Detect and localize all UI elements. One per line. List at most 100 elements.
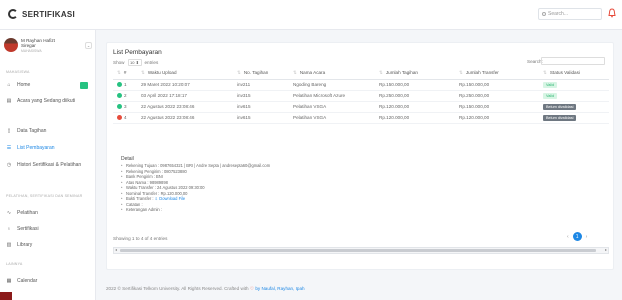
payment-list-card: List Pembayaran Show 10 ⬍ entries Search… <box>106 42 614 270</box>
status-badge: Belum divalidasi <box>543 114 577 121</box>
sidebar-section-main: MAHASISWA <box>6 70 30 74</box>
sidebar-item-label: Histori Sertifikasi & Pelatihan <box>17 162 82 168</box>
column-header[interactable]: ⇅ No. Tagihan <box>233 68 289 80</box>
cell-tagihan: inv615 <box>233 101 289 113</box>
sidebar-item-home[interactable]: ⌂ Home <box>6 82 92 89</box>
expand-row-icon[interactable] <box>117 115 122 121</box>
entries-select[interactable]: 10 ⬍ <box>127 59 142 66</box>
scroll-right-icon[interactable]: ▸ <box>605 247 607 252</box>
sidebar-item-label: Acara yang Sedang diikuti <box>17 98 76 104</box>
sidebar-item-label: Calendar <box>17 278 38 284</box>
logo-icon <box>8 9 18 19</box>
column-header[interactable]: ⇅ Status Validasi <box>539 68 609 80</box>
sidebar-item-sertifikasi[interactable]: ♁ Sertifikasi <box>6 226 92 233</box>
brand-name: SERTIFIKASI <box>22 9 76 19</box>
user-panel[interactable]: M Rayhan Hafizt Siregar MAHASISWA ⌄ <box>4 34 92 56</box>
user-role: MAHASISWA <box>21 48 42 53</box>
cell-acara: Pelatihan Microsoft Azure <box>289 90 375 102</box>
table-row[interactable]: 1 29 Maret 2022 10:20:07 inv211 Ngoding Bar… <box>113 79 609 91</box>
table-info: Showing 1 to 4 of 4 entries <box>113 236 168 241</box>
footer-credits-link[interactable]: by Naufal, Rayhan, Ipah <box>255 286 304 291</box>
column-header[interactable]: ⇅ Jumlah Transfer <box>455 68 539 80</box>
next-page-button[interactable]: › <box>586 234 588 240</box>
top-navbar: SERTIFIKASI Search... <box>0 0 622 30</box>
status-badge: Valid <box>543 81 558 88</box>
expand-row-icon[interactable] <box>117 104 122 110</box>
cell-waktu: 22 Agustus 2022 23:08:46 <box>137 101 233 113</box>
bell-icon[interactable] <box>608 8 616 18</box>
search-icon <box>542 12 546 16</box>
clock-icon: ◷ <box>6 162 12 168</box>
sidebar-item-label: Data Tagihan <box>17 128 47 134</box>
cell-jumlah-tagihan: Rp.150.000,00 <box>375 79 455 91</box>
sidebar-section-events: PELATIHAN, SERTIFIKASI DAN SEMINAR <box>6 194 83 198</box>
download-file-link[interactable]: ⇩ Download File <box>155 196 186 201</box>
status-badge: Valid <box>543 92 558 99</box>
row-number[interactable]: 4 <box>113 112 137 124</box>
table-search-input[interactable] <box>541 57 605 65</box>
cell-waktu: 03 April 2022 17:18:17 <box>137 90 233 102</box>
sidebar-item-data-tagihan[interactable]: ▯ Data Tagihan <box>6 128 92 135</box>
scroll-left-icon[interactable]: ◂ <box>115 247 117 252</box>
home-icon: ⌂ <box>7 82 11 88</box>
avatar <box>4 38 18 52</box>
entries-length-control: Show 10 ⬍ entries <box>113 59 159 66</box>
column-header[interactable]: ⇅ # <box>113 68 137 80</box>
brand[interactable]: SERTIFIKASI <box>8 9 75 19</box>
row-number[interactable]: 3 <box>113 101 137 113</box>
sidebar-item-label: Home <box>17 82 31 88</box>
search-placeholder: Search... <box>548 11 569 17</box>
corner-logo <box>0 292 12 300</box>
sidebar-item-label: Library <box>17 242 33 248</box>
column-header[interactable]: ⇅ Jumlah Tagihan <box>375 68 455 80</box>
sidebar-item-list-pembayaran[interactable]: ☰ List Pembayaran <box>6 145 92 152</box>
cell-jumlah-transfer: Rp.150.000,00 <box>455 79 539 91</box>
expand-row-icon[interactable] <box>117 82 122 88</box>
cell-acara: Ngoding Bareng <box>289 79 375 91</box>
sidebar-item-label: List Pembayaran <box>17 145 55 151</box>
detail-title: Detail <box>121 156 134 162</box>
document-icon: ▯ <box>7 128 11 134</box>
page-title: List Pembayaran <box>113 49 162 56</box>
cell-acara: Pelatihan VSGA <box>289 112 375 124</box>
row-detail: Detail Rekening Tujuan : 0987654321 | BR… <box>121 156 421 213</box>
scrollbar-thumb[interactable] <box>120 249 596 252</box>
expand-row-icon[interactable] <box>117 93 122 99</box>
cell-jumlah-transfer: Rp.120.000,00 <box>455 112 539 124</box>
sidebar: M Rayhan Hafizt Siregar MAHASISWA ⌄ MAHA… <box>0 30 96 300</box>
calendar-icon: ▦ <box>6 278 12 284</box>
column-header[interactable]: ⇅ Waktu Upload <box>137 68 233 80</box>
award-icon: ♁ <box>7 226 11 232</box>
page-button-1[interactable]: 1 <box>572 232 582 241</box>
sidebar-item-histori[interactable]: ◷ Histori Sertifikasi & Pelatihan <box>6 162 92 169</box>
row-number[interactable]: 1 <box>113 79 137 91</box>
sidebar-item-acara[interactable]: ▤ Acara yang Sedang diikuti <box>6 98 92 105</box>
book-icon: ▤ <box>6 98 12 104</box>
cell-jumlah-tagihan: Rp.120.000,00 <box>375 112 455 124</box>
detail-line: Keterangan Admin : <box>121 207 421 213</box>
row-number[interactable]: 2 <box>113 90 137 102</box>
global-search[interactable]: Search... <box>538 8 602 20</box>
sidebar-section-other: LAINNYA <box>6 262 23 266</box>
sidebar-item-label: Sertifikasi <box>17 226 39 232</box>
cell-status: Valid <box>539 90 609 102</box>
cell-status: Belum divalidasi <box>539 112 609 124</box>
pagination: ‹ 1 › <box>567 232 587 241</box>
sidebar-item-library[interactable]: ▥ Library <box>6 242 92 249</box>
table-row[interactable]: 4 22 Agustus 2022 23:08:46 inv615 Pelatihan… <box>113 112 609 124</box>
sidebar-item-calendar[interactable]: ▦ Calendar <box>6 278 92 285</box>
cell-jumlah-transfer: Rp.150.000,00 <box>455 101 539 113</box>
chevron-down-icon[interactable]: ⌄ <box>85 41 92 49</box>
cell-jumlah-tagihan: Rp.120.000,00 <box>375 101 455 113</box>
table-row[interactable]: 3 22 Agustus 2022 23:08:46 inv615 Pelatihan… <box>113 101 609 113</box>
sidebar-item-pelatihan[interactable]: ∿ Pelatihan <box>6 210 92 217</box>
horizontal-scrollbar[interactable]: ◂ ▸ <box>113 247 609 254</box>
table-row[interactable]: 2 03 April 2022 17:18:17 inv315 Pelatihan M… <box>113 90 609 102</box>
cell-tagihan: inv211 <box>233 79 289 91</box>
cell-status: Valid <box>539 79 609 91</box>
footer: 2022 © Sertifikasi Telkom University. Al… <box>106 286 305 291</box>
payments-table: ⇅ # ⇅ Waktu Upload ⇅ No. Tagihan ⇅ Nama Acar… <box>113 68 609 124</box>
column-header[interactable]: ⇅ Nama Acara <box>289 68 375 80</box>
cell-status: Belum divalidasi <box>539 101 609 113</box>
prev-page-button[interactable]: ‹ <box>567 234 569 240</box>
